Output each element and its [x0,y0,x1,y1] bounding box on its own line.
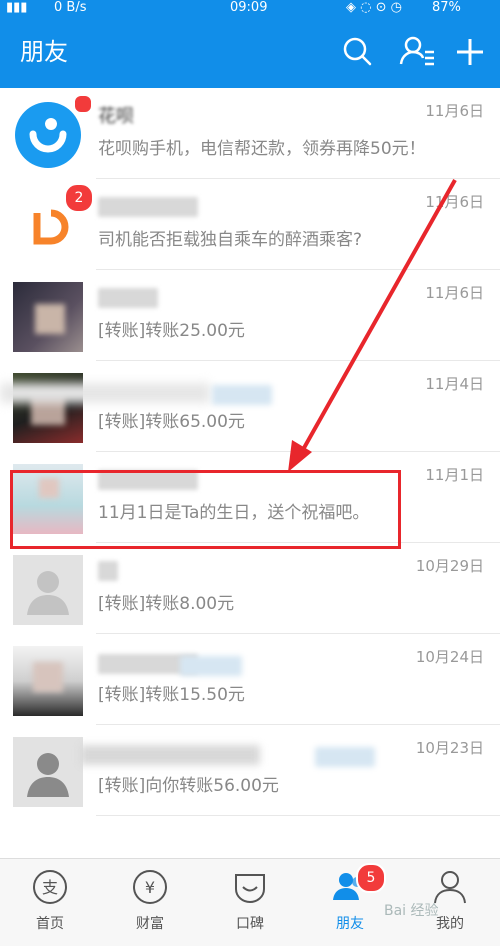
tab-home[interactable]: 支 首页 [0,859,100,946]
svg-text:支: 支 [42,878,58,897]
koubei-icon [235,874,265,904]
watermark: Bai 经验 [384,903,439,919]
tab-wealth[interactable]: ¥ 财富 [100,859,200,946]
alipay-home-icon: 支 [33,870,67,904]
tab-koubei[interactable]: 口碑 [200,859,300,946]
tab-label: 财富 [136,916,164,932]
tab-label: 首页 [36,916,64,932]
annotation-arrow [288,179,457,472]
yuan-icon: ¥ [133,870,167,904]
tab-label: 口碑 [236,916,264,932]
svg-text:¥: ¥ [145,878,155,897]
tab-badge: 5 [356,863,386,893]
